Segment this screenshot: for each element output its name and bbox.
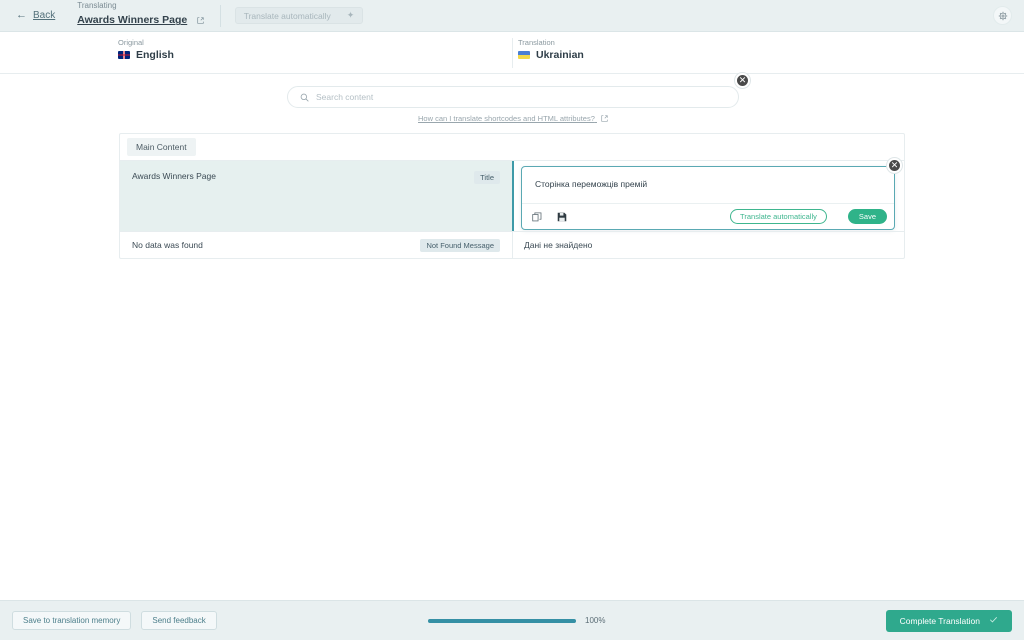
page-title-link[interactable]: Awards Winners Page: [77, 14, 187, 26]
original-label: Original: [118, 38, 144, 47]
floppy-disk-icon[interactable]: [557, 211, 568, 222]
original-language-name: English: [136, 49, 174, 61]
translation-textarea[interactable]: Сторінка переможців премій: [522, 167, 894, 203]
progress-label: 100%: [585, 616, 606, 625]
sparkle-icon: ✦: [346, 10, 355, 20]
flag-uk-icon: [118, 51, 130, 59]
original-language: English: [118, 49, 512, 61]
original-language-column: Original English: [0, 32, 512, 73]
source-cell: No data was found Not Found Message: [120, 232, 512, 258]
translation-cell: Сторінка переможців премій Translate aut…: [512, 158, 904, 231]
translating-label: Translating: [77, 1, 117, 11]
back-button-label: Back: [33, 10, 56, 21]
progress-bar-fill: [428, 618, 576, 623]
translate-automatically-button[interactable]: Translate automatically: [730, 209, 827, 224]
progress-bar: [428, 618, 576, 623]
help-link[interactable]: How can I translate shortcodes and HTML …: [287, 114, 739, 124]
complete-translation-button[interactable]: Complete Translation: [885, 609, 1012, 632]
gear-icon: [998, 11, 1007, 20]
close-search-button[interactable]: ✕: [735, 73, 750, 88]
arrow-left-icon: ←: [16, 9, 27, 21]
complete-translation-label: Complete Translation: [899, 615, 980, 626]
save-to-translation-memory-button[interactable]: Save to translation memory: [12, 611, 132, 630]
status-badge: Title: [474, 171, 500, 184]
external-link-icon: [601, 115, 608, 124]
check-icon: [989, 615, 998, 626]
table-row[interactable]: Awards Winners Page Title Сторінка перем…: [120, 158, 904, 231]
translation-editor-page: ← Back Translating Awards Winners Page T…: [0, 0, 1024, 640]
translation-language-column: Translation Ukrainian: [512, 32, 1024, 73]
translation-editor[interactable]: Сторінка переможців премій Translate aut…: [521, 158, 902, 230]
save-button[interactable]: Save: [847, 209, 887, 224]
translation-language-name: Ukrainian: [536, 49, 584, 61]
source-cell: Awards Winners Page Title: [120, 161, 512, 231]
translation-cell[interactable]: Дані не знайдено: [512, 232, 904, 258]
language-bar: Original English Translation Ukrainian: [0, 32, 1024, 74]
back-button[interactable]: ← Back: [16, 9, 56, 22]
close-editor-button[interactable]: ✕: [887, 158, 902, 173]
editor-toolbar: Translate automatically Save: [522, 203, 894, 229]
search-area: ✕ How can I translate shortcodes and HTM…: [287, 73, 750, 124]
top-bar: ← Back Translating Awards Winners Page T…: [0, 0, 1024, 32]
search-box[interactable]: [287, 86, 739, 108]
translating-block: Translating Awards Winners Page: [77, 1, 204, 30]
translation-language: Ukrainian: [518, 49, 1024, 61]
translate-automatically-button-top[interactable]: Translate automatically ✦: [234, 7, 364, 24]
settings-gear-button[interactable]: [993, 6, 1012, 25]
flag-ua-icon: [518, 51, 530, 59]
source-text: Awards Winners Page: [132, 171, 216, 181]
table-row[interactable]: No data was found Not Found Message Дані…: [120, 231, 904, 258]
panel-header: Main Content: [120, 134, 904, 160]
source-text: No data was found: [132, 240, 203, 250]
external-link-icon[interactable]: [197, 11, 204, 29]
bottom-bar: Save to translation memory Send feedback…: [0, 600, 1024, 640]
search-icon: [300, 93, 309, 102]
send-feedback-button[interactable]: Send feedback: [141, 611, 217, 630]
content-panel: Main Content Awards Winners Page Title С…: [119, 133, 905, 259]
search-input[interactable]: [316, 92, 726, 102]
translate-automatically-label-top: Translate automatically: [243, 10, 331, 21]
toolbar-divider: [219, 4, 221, 27]
help-link-label: How can I translate shortcodes and HTML …: [418, 114, 595, 123]
copy-icon[interactable]: [532, 211, 543, 222]
progress-area: 100%: [428, 616, 605, 625]
tab-main-content[interactable]: Main Content: [127, 138, 196, 156]
translation-label: Translation: [518, 38, 555, 47]
status-badge: Not Found Message: [420, 238, 500, 252]
